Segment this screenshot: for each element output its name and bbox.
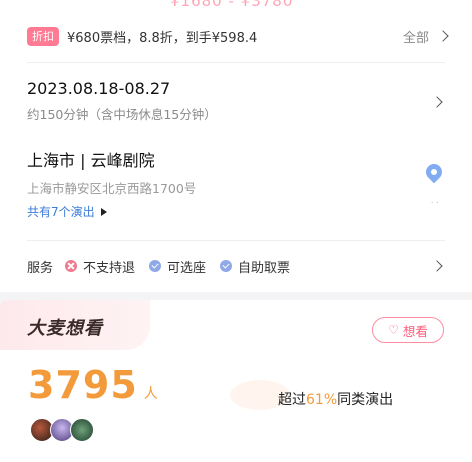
service-item-seat-select: 可选座 [149,257,206,276]
avatar [70,418,94,442]
discount-badge: 折扣 [27,26,59,46]
compare-percent: 61% [306,392,338,408]
check-circle-icon [220,260,233,272]
check-circle-icon [149,260,162,272]
cross-circle-icon [65,260,78,272]
duration-text: 约150分钟（含中场休息15分钟） [27,107,217,122]
more-shows-link[interactable]: 共有7个演出 [27,204,445,220]
show-info-card: ¥1680 - ¥3780 折扣 ¥680票档，8.8折，到手¥598.4 全部… [0,0,472,292]
discount-row[interactable]: 折扣 ¥680票档，8.8折，到手¥598.4 全部 [27,25,449,47]
price-range: ¥1680 - ¥3780 [170,0,294,10]
date-range: 2023.08.18-08.27 [27,79,171,98]
venue-address: 上海市静安区北京西路1700号 [27,181,197,196]
service-item-label: 可选座 [167,260,207,276]
pin-dots: ·· [430,198,441,209]
chevron-right-icon [437,30,449,42]
chevron-right-icon [431,260,443,272]
service-item-no-refund: 不支持退 [65,257,135,276]
discount-all-label: 全部 [402,30,429,46]
venue-name: 上海市 | 云峰剧院 [27,151,155,170]
service-item-self-pickup: 自助取票 [220,257,290,276]
want-title: 大麦想看 [27,314,103,340]
want-button-label: 想看 [402,323,428,339]
want-count: 3795 人 [28,363,158,407]
heart-icon: ♡ [388,323,399,337]
discount-all-link[interactable]: 全部 [402,25,449,47]
more-shows-label: 共有7个演出 [27,205,95,219]
compare-prefix: 超过 [278,392,306,408]
discount-text: ¥680票档，8.8折，到手¥598.4 [67,30,258,46]
want-to-see-button[interactable]: ♡ 想看 [372,317,444,343]
venue-row[interactable]: 上海市 | 云峰剧院 上海市静安区北京西路1700号 共有7个演出 ·· [27,150,446,230]
want-count-number: 3795 [28,363,138,407]
compare-suffix: 同类演出 [337,392,394,408]
service-label: 服务 [27,260,54,276]
service-row[interactable]: 服务 不支持退 可选座 自助取票 [27,255,445,277]
avatar-stack[interactable] [30,418,94,442]
service-item-label: 自助取票 [238,260,291,276]
want-title-text: 大麦想看 [27,318,103,339]
schedule-row[interactable]: 2023.08.18-08.27 约150分钟（含中场休息15分钟） [27,78,445,130]
service-item-label: 不支持退 [83,260,136,276]
compare-text: 超过61%同类演出 [278,389,393,409]
want-count-unit: 人 [143,386,158,402]
want-to-see-card: 大麦想看 ♡ 想看 3795 人 超过61%同类演出 [0,300,472,462]
divider [27,240,445,241]
divider [27,62,445,63]
triangle-right-icon [100,208,107,216]
